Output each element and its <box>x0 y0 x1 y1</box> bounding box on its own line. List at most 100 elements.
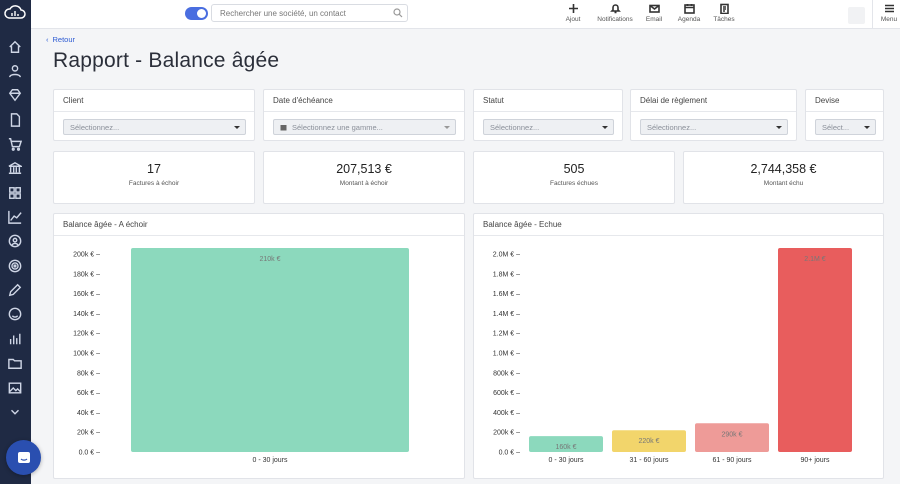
chat-icon <box>17 451 30 463</box>
mode-toggle[interactable] <box>185 7 208 20</box>
y-tick-label: 1.8M € – <box>493 271 520 278</box>
x-tick-label: 31 - 60 jours <box>630 457 669 464</box>
cloud-logo-icon[interactable] <box>4 4 26 22</box>
y-tick-label: 20k € – <box>77 430 100 437</box>
y-tick-label: 200k € – <box>73 252 100 259</box>
image-icon[interactable] <box>7 380 23 396</box>
y-tick-label: 1.2M € – <box>493 331 520 338</box>
envelope-icon <box>648 3 660 14</box>
x-tick-label: 0 - 30 jours <box>548 457 584 464</box>
client-placeholder: Sélectionnez... <box>70 123 120 132</box>
bar <box>778 248 852 452</box>
plus-icon <box>568 3 579 14</box>
chart-title: Balance âgée - Echue <box>474 214 883 236</box>
folder-icon[interactable] <box>7 355 23 371</box>
document-icon[interactable] <box>7 112 23 128</box>
cart-icon[interactable] <box>7 136 23 152</box>
y-tick-label: 400k € – <box>493 410 520 417</box>
search-input[interactable]: Rechercher une société, un contact <box>211 4 408 22</box>
y-tick-label: 800k € – <box>493 370 520 377</box>
y-tick-label: 1.0M € – <box>493 351 520 358</box>
bar-value-label: 210k € <box>259 256 280 263</box>
filter-statut-label: Statut <box>474 90 622 112</box>
calendar-icon <box>683 3 695 14</box>
kpi-value: 505 <box>563 162 585 176</box>
hamburger-icon <box>884 3 895 14</box>
search-placeholder: Rechercher une société, un contact <box>220 9 346 18</box>
menu-label: Menu <box>880 16 898 23</box>
tasks-label: Tâches <box>713 16 735 23</box>
notifications-label: Notifications <box>597 16 633 23</box>
chevron-down-icon <box>776 126 782 129</box>
bar-chart-icon[interactable] <box>7 331 23 347</box>
kpi-card: 207,513 € Montant à échoir <box>263 151 465 204</box>
search-icon <box>393 8 403 18</box>
x-tick-label: 61 - 90 jours <box>713 457 752 464</box>
y-tick-label: 80k € – <box>77 370 100 377</box>
y-tick-label: 200k € – <box>493 430 520 437</box>
bar <box>131 248 409 452</box>
diamond-icon[interactable] <box>7 87 23 103</box>
filter-date: Date d'échéance Sélectionnez une gamme..… <box>263 89 465 141</box>
add-button[interactable]: Ajout <box>551 3 595 23</box>
date-range-select[interactable]: Sélectionnez une gamme... <box>273 119 456 135</box>
devise-placeholder: Sélect... <box>822 123 850 132</box>
delai-select[interactable]: Sélectionnez... <box>640 119 788 135</box>
notifications-button[interactable]: Notifications <box>593 3 637 23</box>
delai-placeholder: Sélectionnez... <box>647 123 697 132</box>
chevron-down-icon[interactable] <box>7 404 23 420</box>
kpi-label: Montant échu <box>763 180 804 187</box>
chart-echue: 0.0 € – 200k € – 400k € – 600k € – 800k € – 1… <box>493 248 852 464</box>
bar-value-label: 290k € <box>721 431 742 438</box>
agenda-label: Agenda <box>677 16 701 23</box>
statut-select[interactable]: Sélectionnez... <box>483 119 614 135</box>
y-tick-label: 140k € – <box>73 311 100 318</box>
y-tick-label: 1.4M € – <box>493 311 520 318</box>
filter-client-label: Client <box>54 90 254 112</box>
chart-title: Balance âgée - A échoir <box>54 214 464 236</box>
pencil-icon[interactable] <box>7 282 23 298</box>
home-icon[interactable] <box>7 39 23 55</box>
chat-button[interactable] <box>6 440 41 475</box>
chart-a-echoir: 0.0 € – 20k € – 40k € – 60k € – 80k € – 100k … <box>73 248 409 464</box>
y-tick-label: 60k € – <box>77 390 100 397</box>
avatar[interactable] <box>848 7 865 24</box>
sidebar <box>0 0 31 484</box>
back-link[interactable]: ‹ Retour <box>46 35 75 44</box>
y-tick-label: 180k € – <box>73 271 100 278</box>
back-label: Retour <box>52 35 76 44</box>
support-icon[interactable] <box>7 306 23 322</box>
bell-icon <box>609 3 621 14</box>
target-icon[interactable] <box>7 258 23 274</box>
kpi-value: 207,513 € <box>336 162 392 176</box>
tasks-button[interactable]: Tâches <box>702 3 746 23</box>
add-label: Ajout <box>565 16 581 23</box>
topbar: Rechercher une société, un contact Ajout… <box>31 0 900 29</box>
grid-icon[interactable] <box>7 185 23 201</box>
bar-value-label: 220k € <box>638 438 659 445</box>
contact-circle-icon[interactable] <box>7 233 23 249</box>
y-tick-label: 100k € – <box>73 351 100 358</box>
y-tick-label: 0.0 € – <box>79 450 101 457</box>
chevron-left-icon: ‹ <box>46 35 49 44</box>
y-tick-label: 0.0 € – <box>499 450 521 457</box>
user-icon[interactable] <box>7 63 23 79</box>
kpi-value: 2,744,358 € <box>750 162 817 176</box>
filter-delai: Délai de règlement Sélectionnez... <box>630 89 797 141</box>
chart-card-echue: Balance âgée - Echue 0.0 € – 200k € – 400k… <box>473 213 884 479</box>
y-tick-label: 40k € – <box>77 410 100 417</box>
chevron-down-icon <box>864 126 870 129</box>
devise-select[interactable]: Sélect... <box>815 119 876 135</box>
calendar-icon <box>280 125 287 131</box>
bar-value-label: 2.1M € <box>804 256 826 263</box>
clipboard-icon <box>719 3 730 15</box>
bank-icon[interactable] <box>7 160 23 176</box>
trend-chart-icon[interactable] <box>7 209 23 225</box>
menu-button[interactable]: Menu <box>867 3 900 23</box>
filter-date-label: Date d'échéance <box>264 90 464 112</box>
chevron-down-icon <box>234 126 240 129</box>
kpi-card: 505 Factures échues <box>473 151 675 204</box>
client-select[interactable]: Sélectionnez... <box>63 119 246 135</box>
chart-card-a-echoir: Balance âgée - A échoir 0.0 € – 20k € – 40… <box>53 213 465 479</box>
kpi-card: 17 Factures à échoir <box>53 151 255 204</box>
